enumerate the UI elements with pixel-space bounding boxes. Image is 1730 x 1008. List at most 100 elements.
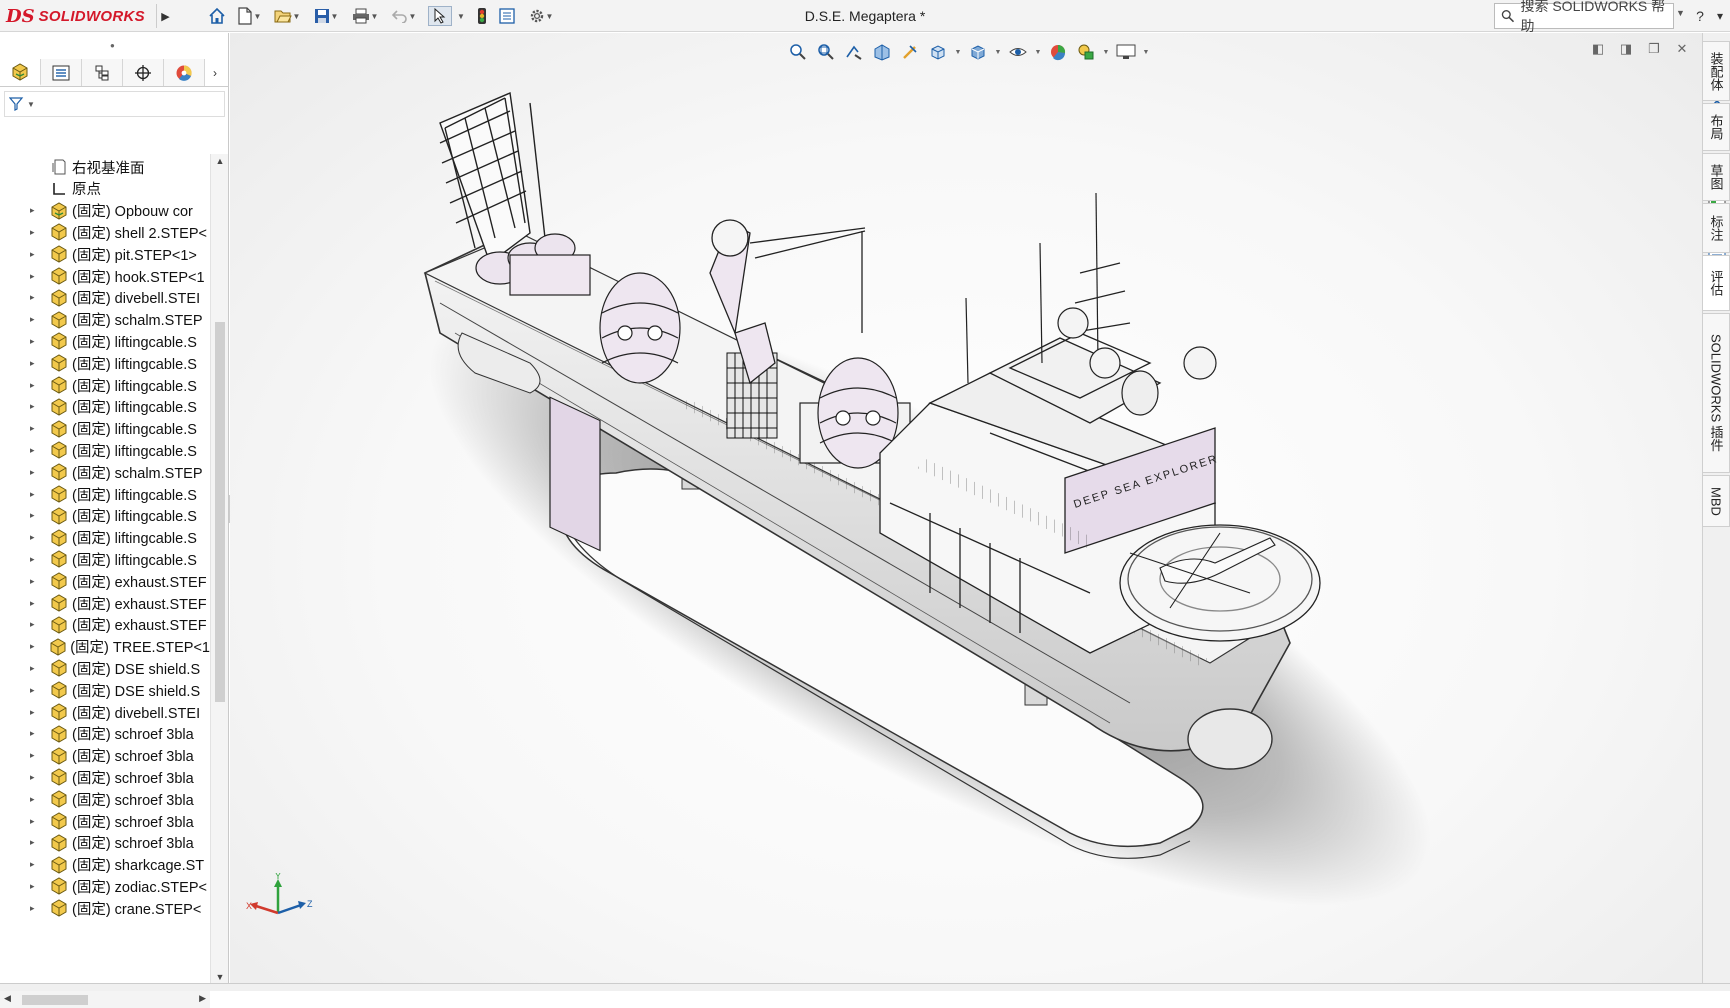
- tree-item[interactable]: ▸ (固定) liftingcable.S: [0, 395, 210, 419]
- view-settings-icon[interactable]: [1114, 40, 1138, 64]
- pane-grip-icon[interactable]: ●: [110, 41, 115, 50]
- tab-assembly[interactable]: 装配体: [1702, 41, 1730, 101]
- expand-arrow-icon[interactable]: ▸: [30, 314, 42, 325]
- tree-item[interactable]: ▸ (固定) shell 2.STEP<: [0, 220, 210, 244]
- tree-item[interactable]: ▸ (固定) DSE shield.S: [0, 656, 210, 680]
- home-icon[interactable]: [206, 6, 228, 26]
- tree-item[interactable]: ▸ (固定) exhaust.STEF: [0, 613, 210, 637]
- tree-item[interactable]: ▸ (固定) liftingcable.S: [0, 504, 210, 528]
- expand-arrow-icon[interactable]: ▸: [30, 489, 42, 500]
- undo-icon[interactable]: ▼: [389, 6, 419, 26]
- select-pointer-icon[interactable]: [428, 6, 452, 26]
- tree-item[interactable]: ▸ (固定) liftingcable.S: [0, 329, 210, 353]
- close-document-icon[interactable]: ✕: [1672, 39, 1692, 59]
- expand-arrow-icon[interactable]: ▸: [30, 641, 41, 652]
- tree-item[interactable]: ▸ (固定) pit.STEP<1>: [0, 242, 210, 266]
- tree-item[interactable]: ▸ (固定) schroef 3bla: [0, 765, 210, 789]
- tree-filter[interactable]: ▼: [4, 91, 225, 117]
- expand-arrow-icon[interactable]: ▸: [30, 358, 42, 369]
- tree-item[interactable]: ▸ (固定) schalm.STEP: [0, 308, 210, 332]
- expand-arrow-icon[interactable]: ▸: [30, 336, 42, 347]
- tree-item[interactable]: ▸ (固定) sharkcage.ST: [0, 853, 210, 877]
- tree-item[interactable]: ▸ (固定) crane.STEP<: [0, 896, 210, 920]
- tree-item[interactable]: ▸ (固定) hook.STEP<1: [0, 264, 210, 288]
- select-dropdown-icon[interactable]: ▼: [457, 6, 465, 26]
- tree-item[interactable]: ▸ (固定) liftingcable.S: [0, 526, 210, 550]
- view-orientation-icon[interactable]: [926, 40, 950, 64]
- expand-arrow-icon[interactable]: ▸: [30, 772, 42, 783]
- zoom-to-fit-icon[interactable]: [786, 40, 810, 64]
- tree-item[interactable]: ▸ (固定) divebell.STEI: [0, 700, 210, 724]
- help-question-icon[interactable]: ?: [1690, 6, 1710, 26]
- tree-item[interactable]: ▸ (固定) schroef 3bla: [0, 809, 210, 833]
- tree-item[interactable]: ▸ (固定) schroef 3bla: [0, 787, 210, 811]
- restore-window-icon[interactable]: ❐: [1644, 39, 1664, 59]
- expand-arrow-icon[interactable]: ▸: [30, 859, 42, 870]
- apply-scene-dropdown-icon[interactable]: ▼: [1102, 49, 1110, 56]
- tree-horizontal-scrollbar[interactable]: ◀ ▶: [0, 990, 210, 1008]
- scrollbar-thumb[interactable]: [22, 995, 88, 1005]
- expand-arrow-icon[interactable]: ▸: [30, 881, 42, 892]
- tab-markup[interactable]: 标注: [1702, 203, 1730, 253]
- tree-item[interactable]: ▸ (固定) exhaust.STEF: [0, 591, 210, 615]
- display-manager-tab[interactable]: [164, 59, 205, 86]
- expand-arrow-icon[interactable]: ▸: [30, 576, 42, 587]
- property-manager-tab[interactable]: [41, 59, 82, 86]
- filter-dropdown-icon[interactable]: ▼: [27, 100, 35, 109]
- expand-arrow-icon[interactable]: ▸: [30, 271, 42, 282]
- expand-arrow-icon[interactable]: ▸: [30, 205, 42, 216]
- expand-arrow-icon[interactable]: ▸: [30, 903, 42, 914]
- tree-item[interactable]: ▸ (固定) schroef 3bla: [0, 722, 210, 746]
- menu-expand-arrow-icon[interactable]: ▶: [156, 4, 174, 28]
- tree-item[interactable]: ▸ (固定) liftingcable.S: [0, 417, 210, 441]
- display-style-icon[interactable]: [966, 40, 990, 64]
- tree-item[interactable]: ▸ (固定) schroef 3bla: [0, 744, 210, 768]
- tab-layout[interactable]: 布局: [1702, 103, 1730, 151]
- section-view-icon[interactable]: [870, 40, 894, 64]
- tree-vertical-scrollbar[interactable]: ▲ ▼: [210, 154, 228, 988]
- tree-item[interactable]: ▸ (固定) DSE shield.S: [0, 678, 210, 702]
- display-style-dropdown-icon[interactable]: ▼: [994, 49, 1002, 56]
- expand-arrow-icon[interactable]: ▸: [30, 467, 42, 478]
- traffic-light-icon[interactable]: [472, 6, 492, 26]
- tree-item[interactable]: ▸ (固定) liftingcable.S: [0, 351, 210, 375]
- feature-manager-tab[interactable]: [0, 59, 41, 86]
- expand-arrow-icon[interactable]: ▸: [30, 728, 42, 739]
- new-document-icon[interactable]: ▼: [234, 6, 264, 26]
- expand-arrow-icon[interactable]: ▸: [30, 227, 42, 238]
- tree-item[interactable]: 原点: [0, 177, 210, 201]
- expand-arrow-icon[interactable]: ▸: [30, 554, 42, 565]
- tab-evaluate[interactable]: 评估: [1702, 255, 1730, 311]
- tree-item[interactable]: ▸ (固定) divebell.STEI: [0, 286, 210, 310]
- expand-arrow-icon[interactable]: ▸: [30, 401, 42, 412]
- configuration-manager-tab[interactable]: [82, 59, 123, 86]
- tree-item[interactable]: ▸ (固定) liftingcable.S: [0, 547, 210, 571]
- expand-arrow-icon[interactable]: ▸: [30, 685, 42, 696]
- search-dropdown-icon[interactable]: ▼: [1676, 8, 1685, 18]
- expand-arrow-icon[interactable]: ▸: [30, 598, 42, 609]
- scroll-up-arrow-icon[interactable]: ▲: [211, 156, 229, 170]
- dive-bell-aft[interactable]: [599, 272, 681, 384]
- tree-item[interactable]: ▸ (固定) liftingcable.S: [0, 438, 210, 462]
- tabs-more-arrow-icon[interactable]: ›: [205, 59, 225, 86]
- hide-show-icon[interactable]: [1006, 40, 1030, 64]
- tree-item[interactable]: ▸ (固定) TREE.STEP<1: [0, 635, 210, 659]
- expand-arrow-icon[interactable]: ▸: [30, 837, 42, 848]
- tree-item[interactable]: ▸ (固定) exhaust.STEF: [0, 569, 210, 593]
- expand-arrow-icon[interactable]: ▸: [30, 380, 42, 391]
- zoom-to-area-icon[interactable]: [814, 40, 838, 64]
- view-orientation-dropdown-icon[interactable]: ▼: [954, 49, 962, 56]
- apply-scene-icon[interactable]: [1074, 40, 1098, 64]
- expand-arrow-icon[interactable]: ▸: [30, 619, 42, 630]
- previous-view-icon[interactable]: [842, 40, 866, 64]
- expand-arrow-icon[interactable]: ▸: [30, 510, 42, 521]
- tile-right-icon[interactable]: ◨: [1616, 39, 1636, 59]
- tree-item[interactable]: 右视基准面: [0, 155, 210, 179]
- tile-left-icon[interactable]: ◧: [1588, 39, 1608, 59]
- expand-arrow-icon[interactable]: ▸: [30, 707, 42, 718]
- dynamic-annotation-icon[interactable]: [898, 40, 922, 64]
- expand-arrow-icon[interactable]: ▸: [30, 794, 42, 805]
- hide-show-dropdown-icon[interactable]: ▼: [1034, 49, 1042, 56]
- tree-item[interactable]: ▸ (固定) liftingcable.S: [0, 373, 210, 397]
- open-icon[interactable]: ▼: [272, 6, 302, 26]
